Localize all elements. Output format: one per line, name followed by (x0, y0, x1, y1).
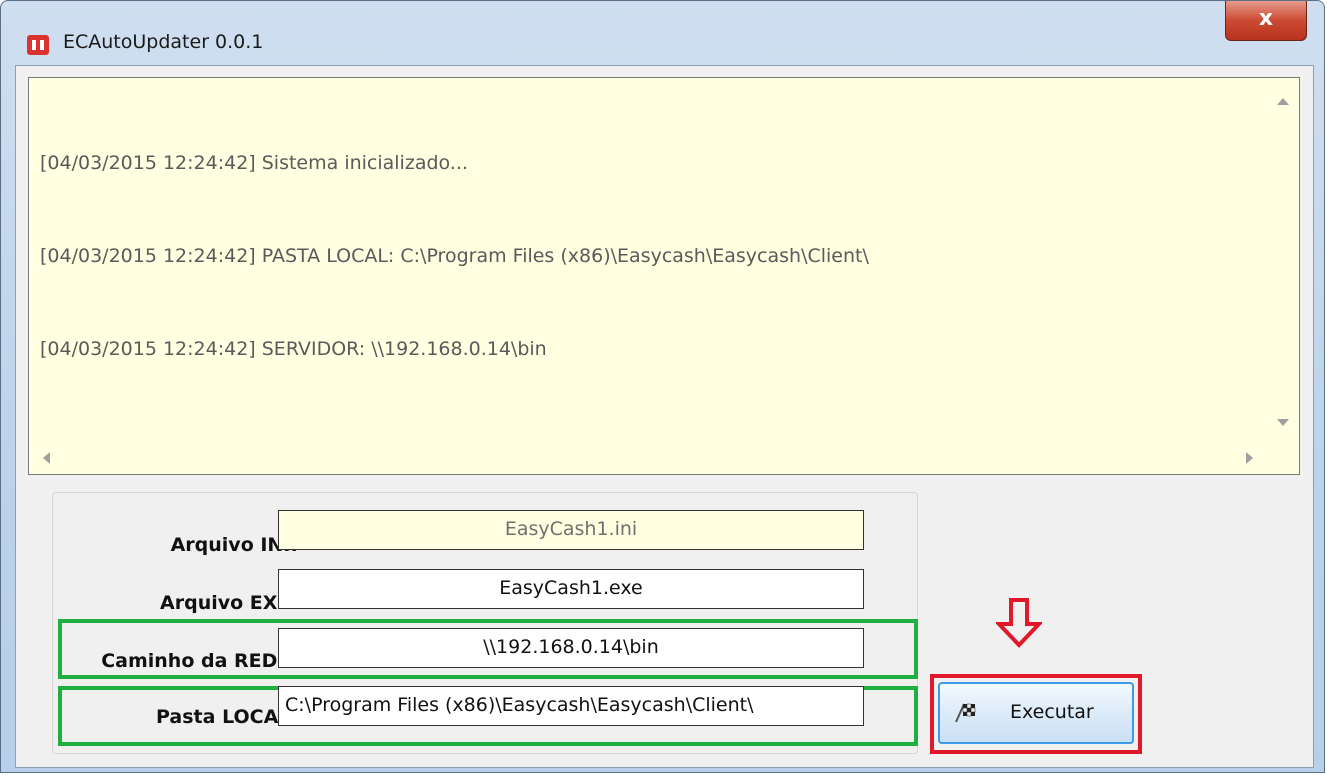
scroll-up-icon[interactable] (1277, 98, 1289, 105)
local-label: Pasta LOCAL: (156, 706, 298, 728)
close-button[interactable]: x (1225, 1, 1307, 41)
ini-label: Arquivo INI: (170, 534, 298, 556)
horizontal-scrollbar[interactable] (29, 442, 1267, 474)
exe-field[interactable]: EasyCash1.exe (278, 569, 864, 609)
client-area: [04/03/2015 12:24:42] Sistema inicializa… (15, 65, 1314, 768)
log-area[interactable]: [04/03/2015 12:24:42] Sistema inicializa… (28, 77, 1300, 475)
down-arrow-icon (996, 598, 1042, 648)
log-line: [04/03/2015 12:24:42] SERVIDOR: \\192.16… (40, 338, 547, 360)
log-lines: [04/03/2015 12:24:42] Sistema inicializa… (40, 86, 1259, 427)
execute-button-label: Executar (1010, 701, 1094, 723)
window-title: ECAutoUpdater 0.0.1 (63, 31, 264, 53)
rede-label: Caminho da REDE: (101, 650, 298, 672)
local-folder-field[interactable]: C:\Program Files (x86)\Easycash\Easycash… (278, 686, 864, 726)
network-path-field[interactable]: \\192.168.0.14\bin (278, 628, 864, 668)
app-icon (27, 35, 49, 55)
app-window: ECAutoUpdater 0.0.1 x [04/03/2015 12:24:… (0, 0, 1325, 773)
scroll-right-icon[interactable] (1246, 452, 1253, 464)
title-bar[interactable]: ECAutoUpdater 0.0.1 x (1, 1, 1324, 63)
scroll-down-icon[interactable] (1277, 419, 1289, 426)
checkered-flag-icon (955, 703, 976, 723)
vertical-scrollbar[interactable] (1267, 78, 1299, 442)
log-line: [04/03/2015 12:24:42] Sistema inicializa… (40, 152, 468, 174)
execute-button[interactable]: Executar (938, 682, 1134, 744)
ini-field[interactable]: EasyCash1.ini (278, 510, 864, 550)
log-line: [04/03/2015 12:24:42] PASTA LOCAL: C:\Pr… (40, 245, 869, 267)
exe-label: Arquivo EXE: (160, 592, 298, 614)
scroll-left-icon[interactable] (43, 452, 50, 464)
